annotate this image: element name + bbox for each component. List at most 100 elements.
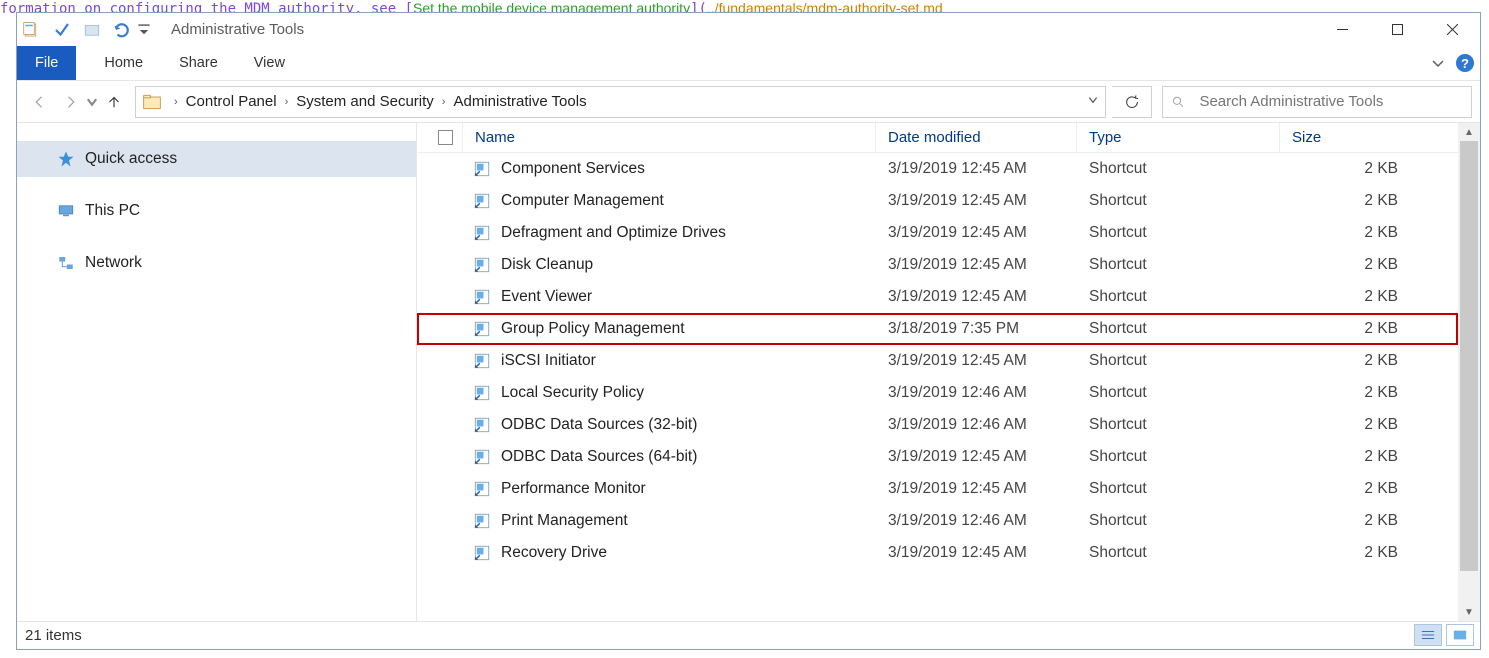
file-row[interactable]: Disk Cleanup3/19/2019 12:45 AMShortcut2 … xyxy=(417,249,1458,281)
shortcut-icon xyxy=(473,192,491,210)
crumb-2[interactable]: Administrative Tools xyxy=(451,93,588,110)
crumb-0[interactable]: Control Panel xyxy=(184,93,279,110)
tab-home[interactable]: Home xyxy=(86,46,161,80)
status-bar: 21 items xyxy=(17,621,1480,649)
file-type: Shortcut xyxy=(1077,288,1280,306)
shortcut-icon xyxy=(473,448,491,466)
file-type: Shortcut xyxy=(1077,416,1280,434)
recent-dropdown-icon[interactable] xyxy=(85,81,99,122)
ribbon-tabs: File Home Share View ? xyxy=(17,46,1480,81)
vertical-scrollbar[interactable]: ▲ ▼ xyxy=(1458,123,1480,621)
file-row[interactable]: Recovery Drive3/19/2019 12:45 AMShortcut… xyxy=(417,537,1458,569)
chevron-right-icon[interactable]: › xyxy=(279,96,295,108)
navigation-pane: Quick access This PC Network xyxy=(17,123,417,621)
file-date: 3/19/2019 12:45 AM xyxy=(876,160,1077,178)
file-date: 3/19/2019 12:45 AM xyxy=(876,352,1077,370)
back-button[interactable] xyxy=(25,81,55,122)
file-name: Local Security Policy xyxy=(501,384,644,402)
file-list: Name˄ Date modified Type Size Component … xyxy=(417,123,1458,621)
undo-icon[interactable] xyxy=(107,13,137,46)
scroll-down-icon[interactable]: ▼ xyxy=(1458,603,1480,621)
file-size: 2 KB xyxy=(1280,288,1458,306)
folder-icon[interactable] xyxy=(77,13,107,46)
file-name: ODBC Data Sources (64-bit) xyxy=(501,448,697,466)
file-row[interactable]: ODBC Data Sources (32-bit)3/19/2019 12:4… xyxy=(417,409,1458,441)
shortcut-icon xyxy=(473,544,491,562)
file-date: 3/19/2019 12:45 AM xyxy=(876,544,1077,562)
column-header-date[interactable]: Date modified xyxy=(876,123,1077,152)
search-input[interactable] xyxy=(1199,93,1463,110)
shortcut-icon xyxy=(473,160,491,178)
file-date: 3/19/2019 12:46 AM xyxy=(876,384,1077,402)
file-size: 2 KB xyxy=(1280,224,1458,242)
file-date: 3/19/2019 12:45 AM xyxy=(876,224,1077,242)
help-icon[interactable]: ? xyxy=(1456,54,1474,72)
column-header-type[interactable]: Type xyxy=(1077,123,1280,152)
file-explorer-window: Administrative Tools File Home Share Vie… xyxy=(16,12,1481,650)
tab-share[interactable]: Share xyxy=(161,46,236,80)
file-date: 3/19/2019 12:45 AM xyxy=(876,448,1077,466)
thumbnails-view-button[interactable] xyxy=(1446,624,1474,646)
column-header-size[interactable]: Size xyxy=(1280,123,1458,152)
scroll-up-icon[interactable]: ▲ xyxy=(1458,123,1480,141)
properties-icon[interactable] xyxy=(17,13,47,46)
file-name: ODBC Data Sources (32-bit) xyxy=(501,416,697,434)
details-view-button[interactable] xyxy=(1414,624,1442,646)
navigation-bar: › Control Panel › System and Security › … xyxy=(17,81,1480,123)
checkmark-icon[interactable] xyxy=(47,13,77,46)
file-type: Shortcut xyxy=(1077,320,1280,338)
file-row[interactable]: ODBC Data Sources (64-bit) 3/19/2019 12:4… xyxy=(417,441,1458,473)
file-type: Shortcut xyxy=(1077,192,1280,210)
close-button[interactable] xyxy=(1425,13,1480,46)
scroll-thumb[interactable] xyxy=(1460,141,1478,571)
file-type: Shortcut xyxy=(1077,352,1280,370)
file-type: Shortcut xyxy=(1077,480,1280,498)
search-box[interactable] xyxy=(1162,86,1472,118)
tab-view[interactable]: View xyxy=(236,46,303,80)
shortcut-icon xyxy=(473,512,491,530)
file-name: Recovery Drive xyxy=(501,544,607,562)
column-header-name[interactable]: Name˄ xyxy=(463,123,876,152)
file-size: 2 KB xyxy=(1280,256,1458,274)
address-dropdown-icon[interactable] xyxy=(1087,93,1099,111)
file-date: 3/19/2019 12:46 AM xyxy=(876,512,1077,530)
file-row[interactable]: Event Viewer3/19/2019 12:45 AMShortcut2 … xyxy=(417,281,1458,313)
network-icon xyxy=(57,254,75,272)
file-row[interactable]: Computer Management3/19/2019 12:45 AMSho… xyxy=(417,185,1458,217)
file-row[interactable]: iSCSI Initiator3/19/2019 12:45 AMShortcu… xyxy=(417,345,1458,377)
sidebar-label: Network xyxy=(85,254,142,272)
maximize-button[interactable] xyxy=(1370,13,1425,46)
refresh-button[interactable] xyxy=(1112,86,1152,118)
column-headers: Name˄ Date modified Type Size xyxy=(417,123,1458,153)
file-date: 3/19/2019 12:45 AM xyxy=(876,480,1077,498)
file-row[interactable]: Performance Monitor3/19/2019 12:45 AMSho… xyxy=(417,473,1458,505)
file-size: 2 KB xyxy=(1280,320,1458,338)
chevron-right-icon[interactable]: › xyxy=(436,96,452,108)
file-size: 2 KB xyxy=(1280,160,1458,178)
file-row[interactable]: Print Management3/19/2019 12:46 AMShortc… xyxy=(417,505,1458,537)
file-size: 2 KB xyxy=(1280,512,1458,530)
folder-icon xyxy=(142,92,162,112)
crumb-1[interactable]: System and Security xyxy=(294,93,436,110)
select-all-checkbox[interactable] xyxy=(417,123,463,152)
chevron-right-icon[interactable]: › xyxy=(168,96,184,108)
sidebar-item-quick-access[interactable]: Quick access xyxy=(17,141,416,177)
file-row[interactable]: Local Security Policy3/19/2019 12:46 AMS… xyxy=(417,377,1458,409)
file-row[interactable]: Component Services3/19/2019 12:45 AMShor… xyxy=(417,153,1458,185)
file-row[interactable]: Defragment and Optimize Drives3/19/2019 … xyxy=(417,217,1458,249)
tab-file[interactable]: File xyxy=(17,46,76,80)
sort-ascending-icon: ˄ xyxy=(666,123,672,125)
sidebar-item-network[interactable]: Network xyxy=(17,245,416,281)
file-size: 2 KB xyxy=(1280,416,1458,434)
address-bar[interactable]: › Control Panel › System and Security › … xyxy=(135,86,1106,118)
file-date: 3/18/2019 7:35 PM xyxy=(876,320,1077,338)
expand-ribbon-icon[interactable] xyxy=(1430,55,1446,71)
forward-button[interactable] xyxy=(55,81,85,122)
file-size: 2 KB xyxy=(1280,192,1458,210)
qat-dropdown-icon[interactable] xyxy=(137,13,151,46)
minimize-button[interactable] xyxy=(1315,13,1370,46)
sidebar-item-this-pc[interactable]: This PC xyxy=(17,193,416,229)
up-button[interactable] xyxy=(99,81,129,122)
file-size: 2 KB xyxy=(1280,544,1458,562)
file-row[interactable]: Group Policy Management3/18/2019 7:35 PM… xyxy=(417,313,1458,345)
